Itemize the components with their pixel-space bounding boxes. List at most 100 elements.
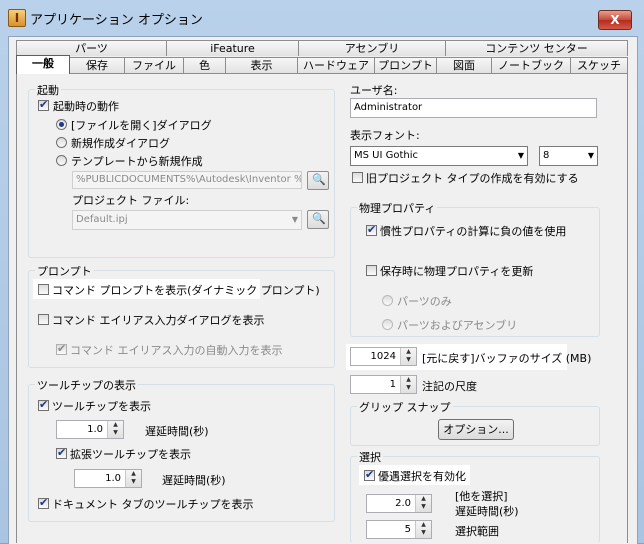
spin-arrows-icon[interactable]: ▲ ▼ [415, 521, 431, 538]
project-file-value: Default.ipj [76, 214, 128, 225]
project-file-label: プロジェクト ファイル: [72, 194, 190, 207]
startup-action-label: 起動時の動作 [53, 100, 119, 113]
radio-open-dialog[interactable] [56, 119, 67, 130]
spin-arrows-icon[interactable]: ▲ ▼ [107, 421, 123, 438]
tab-content-center[interactable]: コンテンツ センター [445, 40, 628, 56]
chevron-down-icon: ▼ [291, 215, 298, 224]
display-font-combo[interactable]: MS UI Gothic ▼ [350, 146, 528, 166]
tab-ifeature[interactable]: iFeature [166, 40, 299, 56]
radio-open-dialog-label: [ファイルを開く]ダイアログ [71, 119, 212, 132]
radio-from-template-label: テンプレートから新規作成 [71, 155, 203, 168]
font-size-combo[interactable]: 8 ▼ [539, 146, 598, 166]
tab-file[interactable]: ファイル [124, 57, 184, 73]
selection-group-title: 選択 [357, 449, 383, 465]
extended-delay-label: 遅延時間(秒) [162, 474, 226, 487]
update-on-save-checkbox[interactable] [366, 265, 377, 276]
tab-parts[interactable]: パーツ [16, 40, 167, 56]
parts-only-label: パーツのみ [397, 295, 452, 308]
extended-delay-stepper[interactable]: 1.0 ▲ ▼ [74, 469, 142, 488]
undo-buffer-label: [元に戻す]バッファのサイズ (MB) [422, 352, 592, 365]
user-name-field[interactable]: Administrator [350, 98, 597, 118]
radio-new-dialog[interactable] [56, 137, 67, 148]
title-bar[interactable]: I アプリケーション オプション X [0, 0, 644, 36]
update-on-save-label: 保存時に物理プロパティを更新 [380, 265, 534, 278]
project-browse-icon[interactable] [307, 210, 329, 229]
legacy-project-checkbox[interactable] [352, 172, 363, 183]
document-tab-tooltip-label: ドキュメント タブのツールチップを表示 [52, 498, 254, 511]
template-browse-icon[interactable] [307, 171, 329, 190]
font-size-value: 8 [543, 150, 550, 161]
spin-arrows-icon[interactable]: ▲ ▼ [400, 376, 416, 393]
prioritized-selection-checkbox[interactable] [364, 468, 375, 481]
show-command-prompt-checkbox[interactable] [38, 284, 49, 295]
command-alias-dialog-label: コマンド エイリアス入力ダイアログを表示 [52, 314, 265, 327]
parts-and-assemblies-label: パーツおよびアセンブリ [397, 319, 518, 332]
document-tab-tooltip-checkbox[interactable] [38, 496, 49, 509]
grip-snap-title: グリップ スナップ [357, 399, 453, 415]
physical-properties-title: 物理プロパティ [357, 200, 438, 216]
spin-arrows-icon[interactable]: ▲ ▼ [415, 495, 431, 512]
tab-notebook[interactable]: ノートブック [491, 57, 571, 73]
inertia-negative-label: 慣性プロパティの計算に負の値を使用 [380, 225, 567, 238]
radio-new-dialog-label: 新規作成ダイアログ [71, 137, 170, 150]
tab-general[interactable]: 一般 [16, 55, 70, 74]
tab-display[interactable]: 表示 [225, 57, 298, 73]
legacy-project-label: 旧プロジェクト タイプの作成を有効にする [366, 172, 579, 185]
tooltip-delay-value: 1.0 [87, 424, 103, 435]
close-button[interactable]: X [598, 10, 632, 30]
grip-options-button[interactable]: オプション... [438, 419, 514, 440]
startup-group-title: 起動 [35, 82, 61, 98]
show-tooltips-checkbox[interactable] [38, 398, 49, 411]
template-path-field[interactable]: %PUBLICDOCUMENTS%\Autodesk\Inventor %F [72, 171, 302, 189]
prioritized-selection-label: 優遇選択を有効化 [378, 470, 466, 483]
chevron-down-icon: ▼ [587, 151, 594, 160]
selection-range-label: 選択範囲 [455, 525, 499, 538]
auto-complete-label: コマンド エイリアス入力の自動入力を表示 [70, 344, 283, 357]
radio-from-template[interactable] [56, 155, 67, 166]
tab-sketch[interactable]: スケッチ [570, 57, 628, 73]
selection-range-value: 5 [404, 524, 411, 535]
tab-assembly[interactable]: アセンブリ [298, 40, 446, 56]
tooltip-delay-label: 遅延時間(秒) [145, 425, 209, 438]
tab-prompts[interactable]: プロンプト [374, 57, 437, 73]
inertia-negative-checkbox[interactable] [366, 223, 377, 236]
window-title: アプリケーション オプション [30, 13, 203, 28]
annotation-scale-stepper[interactable]: 1 ▲ ▼ [350, 375, 417, 394]
startup-action-checkbox[interactable] [38, 98, 49, 111]
undo-buffer-value: 1024 [370, 351, 396, 362]
chevron-down-icon: ▼ [517, 151, 524, 160]
undo-buffer-stepper[interactable]: 1024 ▲ ▼ [350, 347, 417, 366]
radio-parts-and-assemblies[interactable] [382, 319, 393, 330]
auto-complete-checkbox[interactable] [56, 342, 67, 355]
selection-range-stepper[interactable]: 5 ▲ ▼ [366, 520, 432, 539]
tooltip-group-title: ツールチップの表示 [35, 377, 138, 393]
tooltip-delay-stepper[interactable]: 1.0 ▲ ▼ [56, 420, 124, 439]
tab-drawing[interactable]: 図面 [436, 57, 492, 73]
tab-row-front: 一般 保存 ファイル 色 表示 ハードウェア プロンプト 図面 ノートブック ス… [16, 55, 628, 74]
select-delay-value: 2.0 [395, 498, 411, 509]
tab-row-back: パーツ iFeature アセンブリ コンテンツ センター [16, 40, 628, 57]
show-command-prompt-label: コマンド プロンプトを表示(ダイナミック プロンプト) [52, 284, 320, 297]
display-font-value: MS UI Gothic [354, 150, 419, 161]
other-select-label: [他を選択] [455, 490, 508, 503]
annotation-scale-value: 1 [389, 379, 396, 390]
spin-arrows-icon[interactable]: ▲ ▼ [125, 470, 141, 487]
user-name-label: ユーザ名: [350, 84, 398, 97]
select-delay-stepper[interactable]: 2.0 ▲ ▼ [366, 494, 432, 513]
show-tooltips-label: ツールチップを表示 [52, 400, 151, 413]
inventor-app-icon: I [8, 9, 26, 27]
tab-hardware[interactable]: ハードウェア [297, 57, 375, 73]
project-file-combo[interactable]: Default.ipj ▼ [72, 210, 302, 230]
command-alias-dialog-checkbox[interactable] [38, 314, 49, 325]
radio-parts-only[interactable] [382, 295, 393, 306]
tab-save[interactable]: 保存 [69, 57, 125, 73]
extended-tooltips-checkbox[interactable] [56, 446, 67, 459]
extended-delay-value: 1.0 [105, 473, 121, 484]
tab-colors[interactable]: 色 [183, 57, 226, 73]
select-delay-label: 遅延時間(秒) [455, 505, 519, 518]
extended-tooltips-label: 拡張ツールチップを表示 [70, 448, 191, 461]
prompt-group-title: プロンプト [35, 263, 94, 279]
spin-arrows-icon[interactable]: ▲ ▼ [400, 348, 416, 365]
annotation-scale-label: 注記の尺度 [422, 380, 477, 393]
application-options-window: I アプリケーション オプション X パーツ iFeature アセンブリ コン… [0, 0, 644, 544]
